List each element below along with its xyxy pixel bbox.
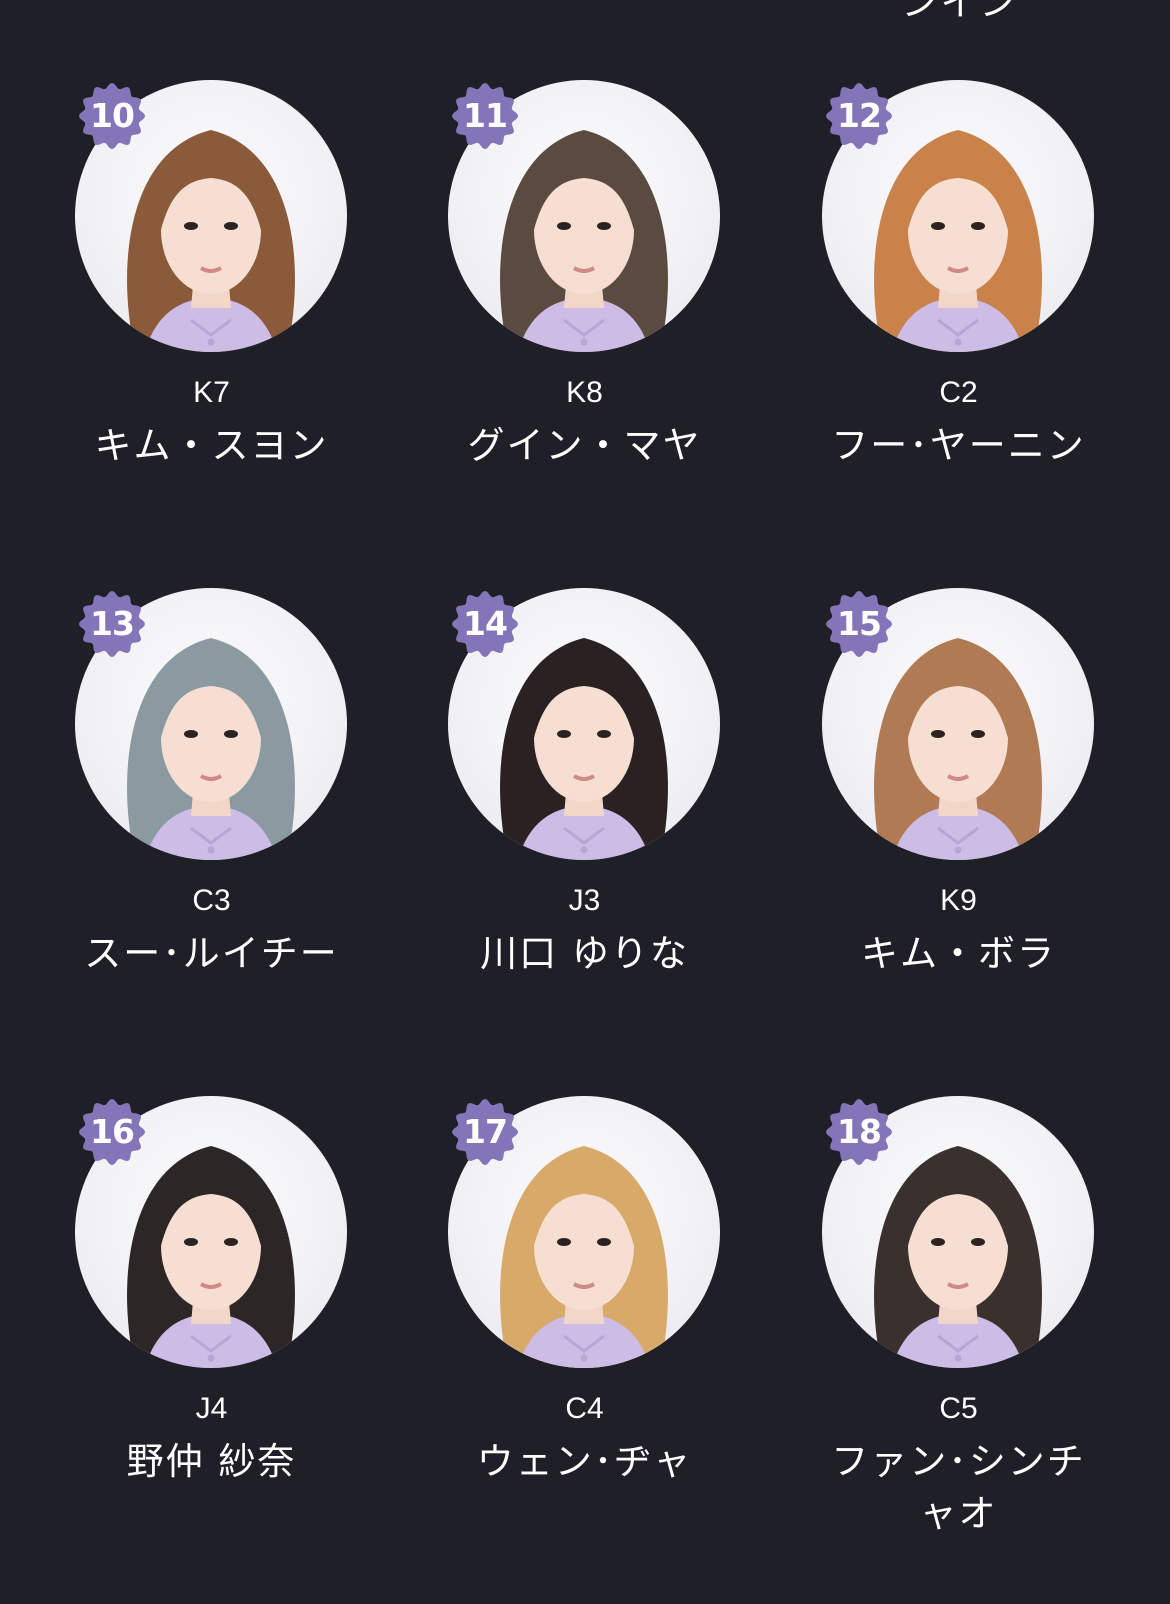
rank-number: 11 xyxy=(463,96,508,135)
member-code: C2 xyxy=(939,376,978,409)
rank-number: 14 xyxy=(463,604,508,643)
rank-badge: 18 xyxy=(824,1097,894,1167)
member-card[interactable]: 14 J3 川口 ゆりな xyxy=(398,588,771,1096)
member-code: K9 xyxy=(940,884,977,917)
member-code: K8 xyxy=(566,376,603,409)
member-ranking-grid: 10 K7 キム・スヨン 11 K8 グイン・マヤ 12 C2 フー･ヤーニン … xyxy=(0,80,1170,1604)
member-card[interactable]: 15 K9 キム・ボラ xyxy=(772,588,1145,1096)
rank-badge: 10 xyxy=(77,81,147,151)
rank-badge: 17 xyxy=(450,1097,520,1167)
member-code: C4 xyxy=(565,1392,604,1425)
member-card[interactable]: 10 K7 キム・スヨン xyxy=(25,80,398,588)
rank-badge: 16 xyxy=(77,1097,147,1167)
rank-number: 12 xyxy=(837,96,882,135)
member-card[interactable]: 13 C3 スー･ルイチー xyxy=(25,588,398,1096)
rank-badge: 15 xyxy=(824,589,894,659)
member-name[interactable]: キム・スヨン xyxy=(25,420,398,472)
rank-number: 10 xyxy=(90,96,135,135)
member-card[interactable]: 16 J4 野仲 紗奈 xyxy=(25,1096,398,1604)
member-card[interactable]: 11 K8 グイン・マヤ xyxy=(398,80,771,588)
rank-number: 17 xyxy=(463,1112,508,1151)
member-card[interactable]: 18 C5 ファン･シンチャオ xyxy=(772,1096,1145,1604)
member-code: J3 xyxy=(568,884,601,917)
rank-number: 18 xyxy=(837,1112,882,1151)
rank-number: 16 xyxy=(90,1112,135,1151)
member-name[interactable]: フー･ヤーニン xyxy=(772,420,1145,472)
member-name[interactable]: 野仲 紗奈 xyxy=(25,1436,398,1488)
rank-badge: 13 xyxy=(77,589,147,659)
rank-number: 13 xyxy=(90,604,135,643)
member-code: J4 xyxy=(195,1392,228,1425)
member-code: K7 xyxy=(193,376,230,409)
member-name[interactable]: 川口 ゆりな xyxy=(398,928,771,980)
rank-badge: 12 xyxy=(824,81,894,151)
member-name[interactable]: グイン・マヤ xyxy=(398,420,771,472)
rank-badge: 14 xyxy=(450,589,520,659)
member-code: C5 xyxy=(939,1392,978,1425)
member-card[interactable]: 12 C2 フー･ヤーニン xyxy=(772,80,1145,588)
member-name[interactable]: キム・ボラ xyxy=(772,928,1145,980)
previous-member-name-cutoff: ンイン xyxy=(901,0,1019,24)
member-name[interactable]: ウェン･ヂャ xyxy=(398,1436,771,1488)
member-card[interactable]: 17 C4 ウェン･ヂャ xyxy=(398,1096,771,1604)
member-code: C3 xyxy=(192,884,231,917)
rank-number: 15 xyxy=(837,604,882,643)
rank-badge: 11 xyxy=(450,81,520,151)
member-name[interactable]: スー･ルイチー xyxy=(25,928,398,980)
member-name[interactable]: ファン･シンチャオ xyxy=(772,1436,1145,1540)
